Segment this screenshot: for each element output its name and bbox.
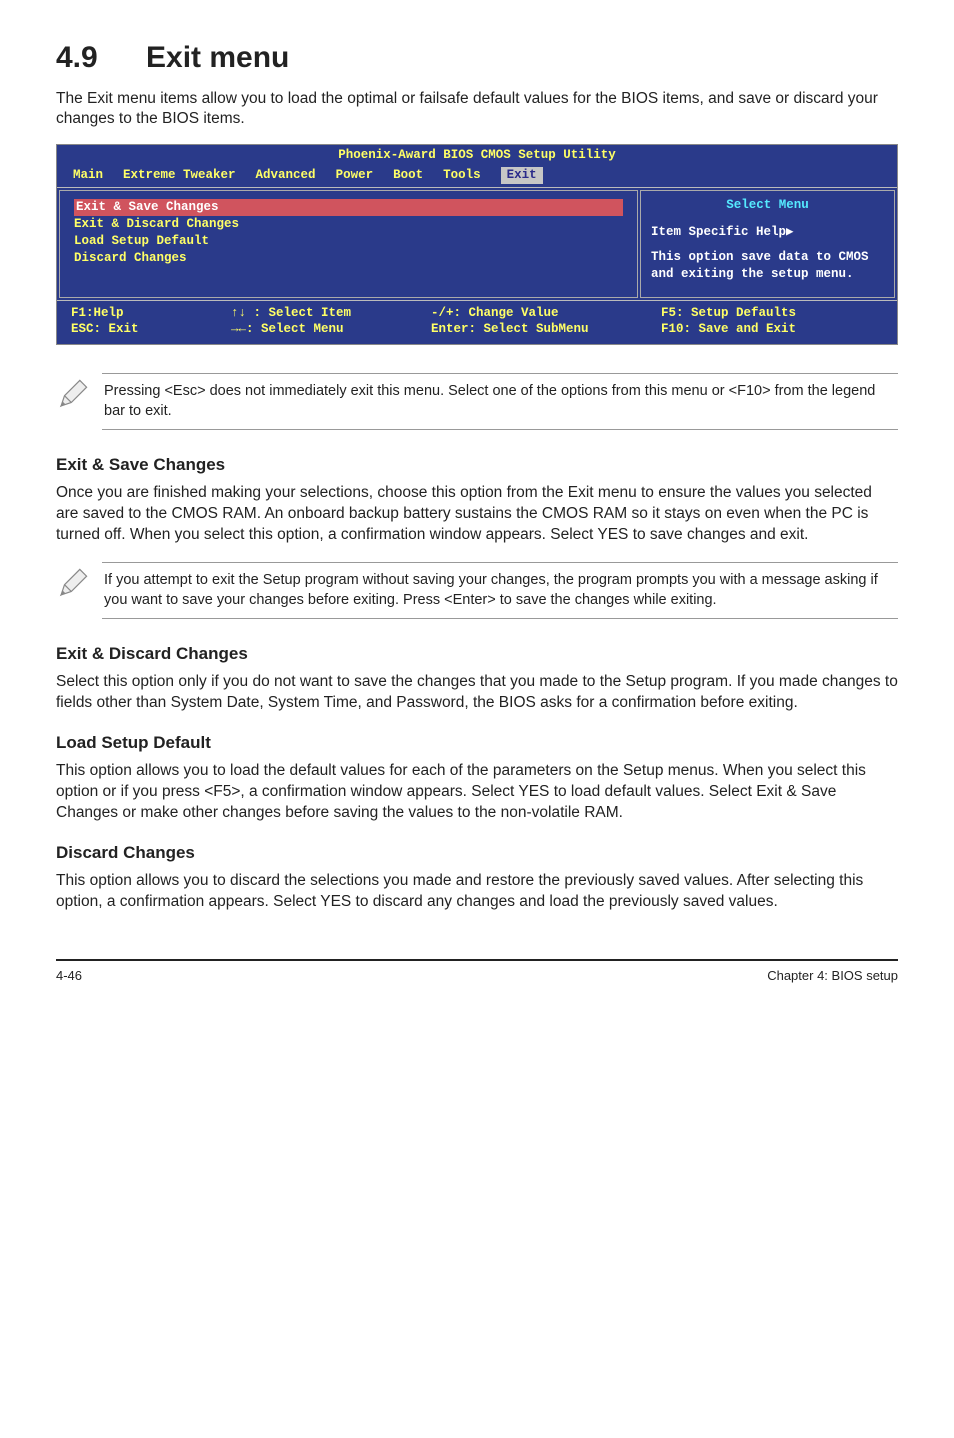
bios-footer-help: F1:Help — [71, 305, 231, 322]
pencil-icon — [56, 373, 102, 417]
bios-item-exit-discard[interactable]: Exit & Discard Changes — [74, 216, 623, 233]
note-esc-text: Pressing <Esc> does not immediately exit… — [102, 373, 898, 430]
heading-title: Exit menu — [146, 41, 289, 74]
bios-footer-select-item: ↑↓ : Select Item — [231, 305, 431, 322]
bios-tab-boot[interactable]: Boot — [393, 167, 423, 184]
pencil-icon — [56, 562, 102, 606]
bios-footer-esc: ESC: Exit — [71, 321, 231, 338]
page-number: 4-46 — [56, 967, 82, 985]
bios-tab-main[interactable]: Main — [73, 167, 103, 184]
bios-tab-power[interactable]: Power — [336, 167, 374, 184]
section-exit-save-title: Exit & Save Changes — [56, 454, 898, 477]
note-exit-prompt-text: If you attempt to exit the Setup program… — [102, 562, 898, 619]
bios-footer-save-exit: F10: Save and Exit — [661, 321, 883, 338]
heading-number: 4.9 — [56, 38, 146, 79]
bios-item-discard[interactable]: Discard Changes — [74, 250, 623, 267]
section-load-default-title: Load Setup Default — [56, 732, 898, 755]
section-load-default-body: This option allows you to load the defau… — [56, 761, 898, 824]
bios-item-load-default[interactable]: Load Setup Default — [74, 233, 623, 250]
bios-right-header: Select Menu — [651, 197, 884, 214]
section-exit-discard-title: Exit & Discard Changes — [56, 643, 898, 666]
bios-footer-change-value: -/+: Change Value — [431, 305, 661, 322]
section-exit-discard-body: Select this option only if you do not wa… — [56, 672, 898, 714]
bios-footer-select-submenu: Enter: Select SubMenu — [431, 321, 661, 338]
page-footer: 4-46 Chapter 4: BIOS setup — [56, 959, 898, 985]
bios-body: Exit & Save Changes Exit & Discard Chang… — [57, 187, 897, 301]
section-discard-title: Discard Changes — [56, 842, 898, 865]
bios-tab-extreme-tweaker[interactable]: Extreme Tweaker — [123, 167, 236, 184]
note-exit-prompt: If you attempt to exit the Setup program… — [56, 562, 898, 619]
bios-title: Phoenix-Award BIOS CMOS Setup Utility — [57, 145, 897, 166]
bios-tab-exit[interactable]: Exit — [501, 167, 543, 184]
section-exit-save-body: Once you are finished making your select… — [56, 483, 898, 546]
page-heading: 4.9Exit menu — [56, 38, 898, 79]
bios-item-help-desc: This option save data to CMOS and exitin… — [651, 249, 884, 283]
note-esc: Pressing <Esc> does not immediately exit… — [56, 373, 898, 430]
bios-footer: F1:Help ↑↓ : Select Item -/+: Change Val… — [57, 301, 897, 345]
bios-tab-tools[interactable]: Tools — [443, 167, 481, 184]
bios-menubar: Main Extreme Tweaker Advanced Power Boot… — [57, 166, 897, 187]
chapter-label: Chapter 4: BIOS setup — [767, 967, 898, 985]
bios-right-panel: Select Menu Item Specific Help▶ This opt… — [640, 190, 895, 298]
bios-screenshot: Phoenix-Award BIOS CMOS Setup Utility Ma… — [56, 144, 898, 345]
bios-left-panel: Exit & Save Changes Exit & Discard Chang… — [59, 190, 638, 298]
section-discard-body: This option allows you to discard the se… — [56, 871, 898, 913]
intro-paragraph: The Exit menu items allow you to load th… — [56, 89, 898, 131]
bios-item-exit-save[interactable]: Exit & Save Changes — [74, 199, 623, 216]
bios-tab-advanced[interactable]: Advanced — [256, 167, 316, 184]
bios-footer-setup-defaults: F5: Setup Defaults — [661, 305, 883, 322]
bios-item-help-label: Item Specific Help▶ — [651, 224, 884, 241]
bios-footer-select-menu: →←: Select Menu — [231, 321, 431, 338]
